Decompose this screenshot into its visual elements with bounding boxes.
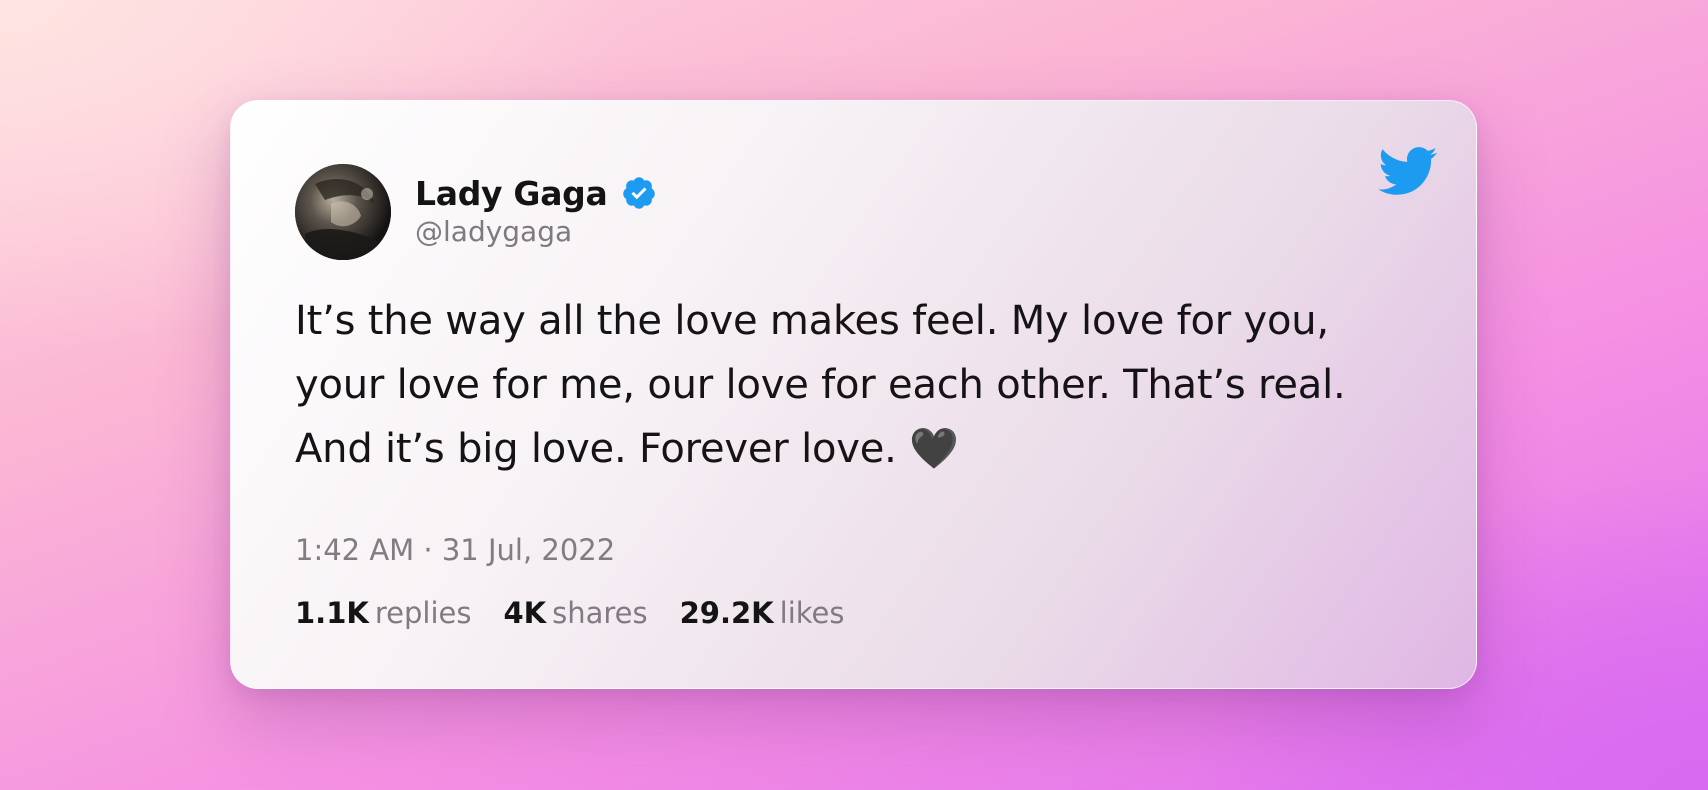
- tweet-text: It’s the way all the love makes feel. My…: [295, 298, 1346, 472]
- tweet-timestamp[interactable]: 1:42 AM · 31 Jul, 2022: [295, 533, 615, 567]
- replies-count: 1.1K: [295, 596, 369, 630]
- likes-stat[interactable]: 29.2K likes: [680, 596, 845, 630]
- profile-photo: [295, 164, 391, 260]
- replies-label: replies: [374, 596, 472, 630]
- tweet-card: Lady Gaga @ladygaga It’s the way all the…: [230, 100, 1477, 689]
- shares-count: 4K: [503, 596, 547, 630]
- likes-label: likes: [779, 596, 845, 630]
- twitter-bird-icon[interactable]: [1376, 145, 1438, 197]
- verified-badge-icon: [621, 175, 657, 211]
- tweet-stats: 1.1K replies 4K shares 29.2K likes: [295, 596, 876, 630]
- shares-stat[interactable]: 4K shares: [503, 596, 647, 630]
- display-name[interactable]: Lady Gaga: [415, 174, 608, 213]
- author-info: Lady Gaga @ladygaga: [415, 171, 657, 248]
- replies-stat[interactable]: 1.1K replies: [295, 596, 471, 630]
- shares-label: shares: [552, 596, 648, 630]
- likes-count: 29.2K: [679, 596, 774, 630]
- avatar[interactable]: [295, 164, 391, 260]
- user-handle[interactable]: @ladygaga: [415, 215, 657, 248]
- name-row: Lady Gaga: [415, 171, 657, 215]
